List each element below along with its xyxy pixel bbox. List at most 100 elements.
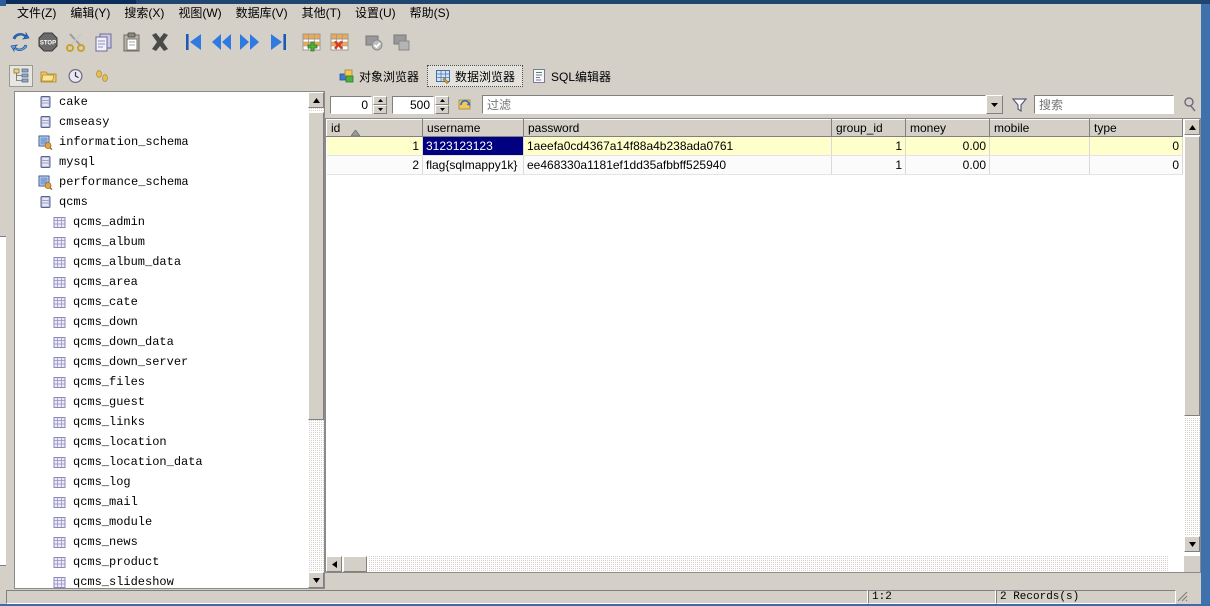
tree-item-performance_schema[interactable]: performance_schema [15,172,309,192]
prev-page-button[interactable] [208,27,236,57]
tree-item-qcms_log[interactable]: qcms_log [15,472,309,492]
stop-button[interactable]: STOP [34,27,62,57]
tree-item-qcms_cate[interactable]: qcms_cate [15,292,309,312]
tab-data-browser[interactable]: 数据浏览器 [427,65,524,87]
footprints-button[interactable] [90,65,114,87]
tree-item-qcms_down_server[interactable]: qcms_down_server [15,352,309,372]
search-input[interactable] [1034,95,1174,114]
grid-scroll-down-button[interactable] [1184,536,1200,552]
cut-button[interactable] [62,27,90,57]
limit-spin-down[interactable] [435,104,449,114]
tree-scroll-track[interactable] [308,108,324,572]
menu-edit[interactable]: 编辑(Y) [63,5,117,23]
tree-item-qcms_location[interactable]: qcms_location [15,432,309,452]
cell-group_id[interactable]: 1 [831,136,906,156]
tree-item-qcms_down[interactable]: qcms_down [15,312,309,332]
resize-grip[interactable] [1176,590,1190,604]
tree-item-qcms_area[interactable]: qcms_area [15,272,309,292]
tab-sql-editor[interactable]: SQL编辑器 [523,65,619,87]
first-record-button[interactable] [180,27,208,57]
paste-button[interactable] [118,27,146,57]
cell-password[interactable]: 1aeefa0cd4367a14f88a4b238ada0761 [523,136,832,156]
column-header-type[interactable]: type [1089,119,1183,137]
tree-item-qcms_product[interactable]: qcms_product [15,552,309,572]
history-button[interactable] [63,65,87,87]
tree-item-qcms_files[interactable]: qcms_files [15,372,309,392]
cell-group_id[interactable]: 1 [831,155,906,175]
column-header-username[interactable]: username [422,119,524,137]
grid-scroll-track[interactable] [1184,417,1200,536]
tree-scroll-down-button[interactable] [308,572,324,588]
tree-view-button[interactable] [9,65,33,87]
offset-spinner[interactable] [330,95,387,114]
limit-spin-up[interactable] [435,95,449,105]
tree-scroll-up-button[interactable] [308,92,324,108]
filter-input[interactable] [482,95,986,114]
filter-dropdown-button[interactable] [986,95,1003,114]
tree-item-cake[interactable]: cake [15,92,309,112]
cell-money[interactable]: 0.00 [905,136,990,156]
tree-vertical-scrollbar[interactable] [308,92,324,588]
grid-scroll-up-button[interactable] [1184,119,1200,135]
cell-mobile[interactable] [989,155,1090,175]
folder-button[interactable] [36,65,60,87]
filter-apply-button[interactable] [1008,94,1030,116]
tree-item-qcms_guest[interactable]: qcms_guest [15,392,309,412]
menu-settings[interactable]: 设置(U) [348,5,403,23]
grid-vertical-scrollbar[interactable] [1184,119,1200,552]
limit-spinner[interactable] [392,95,449,114]
limit-input[interactable] [392,95,434,114]
table-row[interactable]: 2 flag{sqlmappy1k} ee468330a1181ef1dd35afb… [326,155,1183,175]
cell-username[interactable]: flag{sqlmappy1k} [422,155,524,175]
cell-type[interactable]: 0 [1089,136,1183,156]
tree-item-cmseasy[interactable]: cmseasy [15,112,309,132]
tree-item-qcms_mail[interactable]: qcms_mail [15,492,309,512]
offset-spin-down[interactable] [373,104,387,114]
grid-scroll-thumb[interactable] [1184,136,1200,416]
tree-item-qcms_location_data[interactable]: qcms_location_data [15,452,309,472]
menu-help[interactable]: 帮助(S) [403,5,457,23]
menu-other[interactable]: 其他(T) [295,5,348,23]
tree-scroll-thumb[interactable] [308,112,324,420]
offset-spin-up[interactable] [373,95,387,105]
data-grid[interactable]: id username password group_id money mobile typ… [325,118,1201,573]
column-header-id[interactable]: id [326,119,423,137]
tree-item-qcms_module[interactable]: qcms_module [15,512,309,532]
tree-item-qcms_news[interactable]: qcms_news [15,532,309,552]
tree-item-qcms_admin[interactable]: qcms_admin [15,212,309,232]
filter-combobox[interactable] [482,95,1003,114]
refresh-button[interactable] [6,27,34,57]
column-header-password[interactable]: password [523,119,832,137]
tree-item-mysql[interactable]: mysql [15,152,309,172]
tree-item-qcms_links[interactable]: qcms_links [15,412,309,432]
tree-item-qcms_album_data[interactable]: qcms_album_data [15,252,309,272]
search-button[interactable] [1179,94,1201,116]
copy-button[interactable] [90,27,118,57]
last-record-button[interactable] [264,27,292,57]
menu-search[interactable]: 搜索(X) [117,5,171,23]
menu-database[interactable]: 数据库(V) [229,5,295,23]
offset-input[interactable] [330,95,372,114]
cell-mobile[interactable] [989,136,1090,156]
column-header-money[interactable]: money [905,119,990,137]
tree-item-qcms_slideshow[interactable]: qcms_slideshow [15,572,309,588]
tree-item-qcms_down_data[interactable]: qcms_down_data [15,332,309,352]
add-row-button[interactable] [298,27,326,57]
tab-object-browser[interactable]: 对象浏览器 [331,65,427,87]
cell-password[interactable]: ee468330a1181ef1dd35afbbff525940 [523,155,832,175]
column-header-mobile[interactable]: mobile [989,119,1090,137]
grid-scroll-left-button[interactable] [326,556,342,572]
database-tree[interactable]: cake cmseasy information_schema mysql perfor… [15,92,309,588]
cell-id[interactable]: 2 [326,155,423,175]
menu-view[interactable]: 视图(W) [171,5,228,23]
refresh-data-button[interactable] [454,94,476,116]
tree-item-qcms[interactable]: qcms [15,192,309,212]
cell-money[interactable]: 0.00 [905,155,990,175]
grid-hscroll-track[interactable] [368,556,1168,572]
table-row[interactable]: 1 3123123123 1aeefa0cd4367a14f88a4b238ada0… [326,136,1183,156]
tree-item-qcms_album[interactable]: qcms_album [15,232,309,252]
column-header-group_id[interactable]: group_id [831,119,906,137]
grid-hscroll-thumb[interactable] [343,556,367,572]
grid-horizontal-scrollbar[interactable] [326,556,1184,572]
cell-type[interactable]: 0 [1089,155,1183,175]
